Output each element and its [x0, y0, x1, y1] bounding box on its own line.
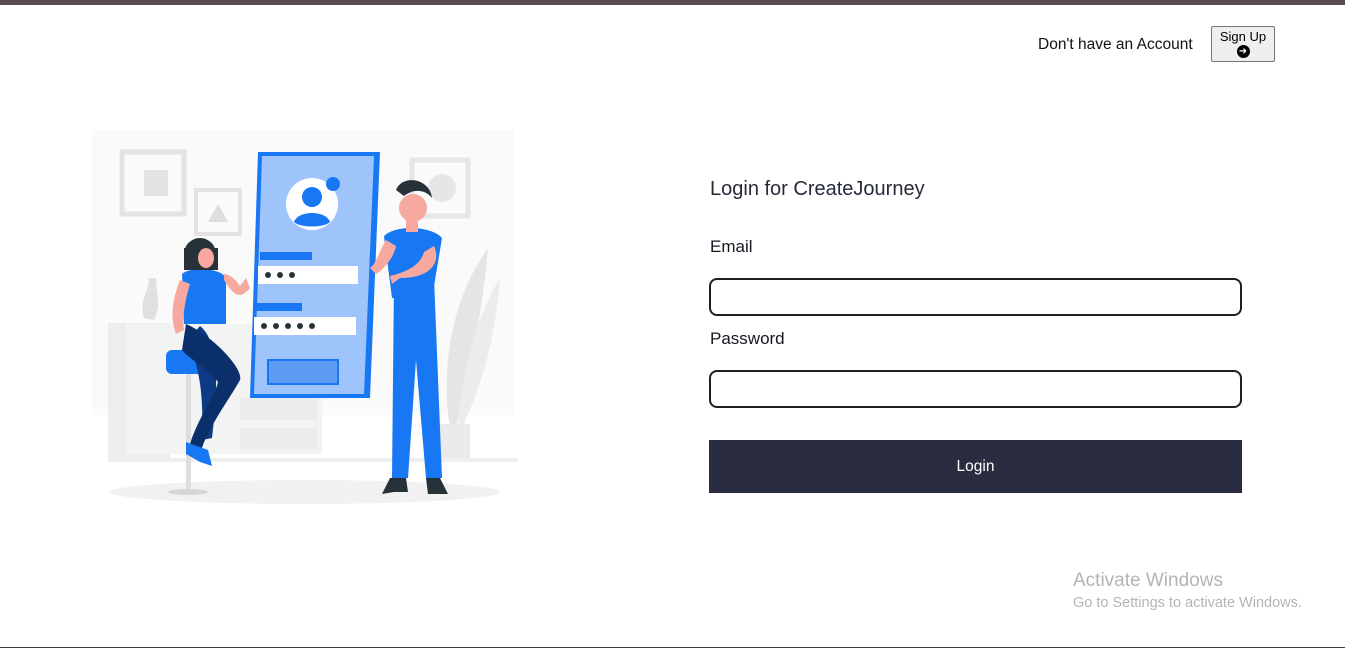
form-title: Login for CreateJourney: [710, 178, 925, 200]
drawer: [240, 428, 318, 450]
plant-pot: [438, 424, 470, 460]
windows-activation-watermark: Activate Windows Go to Settings to activ…: [1073, 570, 1302, 611]
login-button[interactable]: Login: [709, 440, 1242, 493]
email-label: Email: [710, 237, 753, 256]
password-input[interactable]: [709, 370, 1242, 408]
password-label: Password: [710, 329, 785, 348]
floor-line: [108, 458, 518, 462]
picture-circle: [428, 174, 456, 202]
username-field: [258, 266, 358, 284]
email-input[interactable]: [709, 278, 1242, 316]
password-field-graphic: [254, 317, 356, 335]
man-head: [399, 194, 427, 222]
watermark-title: Activate Windows: [1073, 570, 1223, 591]
top-bar: [0, 0, 1345, 5]
phone-button: [267, 359, 339, 385]
picture-frame-inner: [144, 170, 168, 196]
stool-leg: [186, 372, 191, 492]
sign-up-button[interactable]: Sign Up ➜: [1211, 26, 1275, 62]
avatar-head: [302, 187, 322, 207]
woman-torso: [182, 269, 226, 324]
notification-dot: [326, 177, 340, 191]
sign-up-label: Sign Up: [1219, 29, 1267, 44]
drawer: [240, 398, 318, 420]
login-illustration: [92, 130, 518, 504]
no-account-prompt: Don't have an Account: [1038, 36, 1193, 53]
username-label-bar: [260, 252, 312, 260]
watermark-subtitle: Go to Settings to activate Windows.: [1073, 595, 1302, 611]
arrow-right-circle-icon: ➜: [1236, 45, 1250, 58]
password-label-bar: [256, 303, 302, 311]
